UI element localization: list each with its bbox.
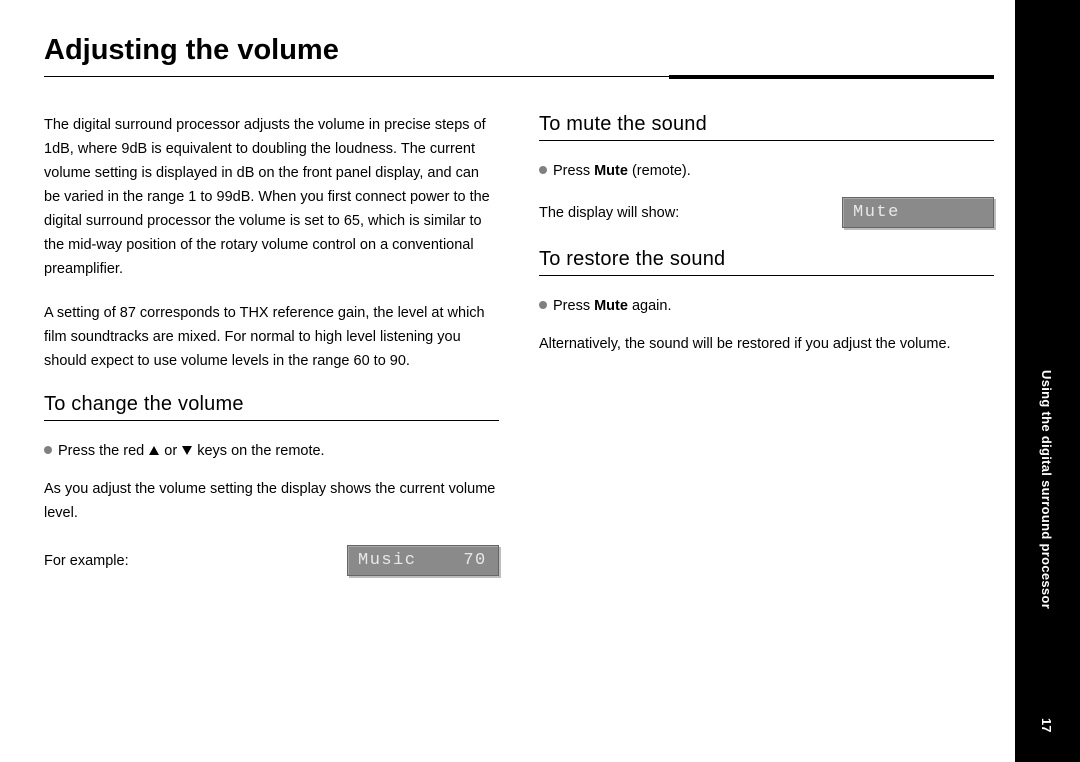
- bullet-icon: [44, 446, 52, 454]
- bullet-icon: [539, 166, 547, 174]
- intro-paragraph-2: A setting of 87 corresponds to THX refer…: [44, 301, 499, 373]
- lcd-text: Mute: [842, 197, 994, 228]
- manual-page: Using the digital surround processor 17 …: [0, 0, 1080, 762]
- example-label: For example:: [44, 553, 129, 569]
- content-area: Adjusting the volume The digital surroun…: [44, 34, 994, 596]
- bullet-text-mid: or: [160, 443, 181, 459]
- heading-rule: [44, 420, 499, 421]
- bullet-text-bold: Mute: [594, 163, 628, 179]
- title-rule: [44, 75, 994, 79]
- page-number: 17: [1039, 718, 1054, 732]
- bullet-text-prefix: Press: [553, 163, 594, 179]
- column-right: To mute the sound Press Mute (remote). T…: [539, 113, 994, 596]
- example-row: For example: Music 70: [44, 545, 499, 576]
- bullet-change-volume: Press the red or keys on the remote.: [44, 439, 499, 463]
- bullet-restore: Press Mute again.: [539, 294, 994, 318]
- display-row: The display will show: Mute: [539, 197, 994, 228]
- bullet-text-suffix: keys on the remote.: [193, 443, 324, 459]
- bullet-text-suffix: again.: [628, 298, 672, 314]
- bullet-text-suffix: (remote).: [628, 163, 691, 179]
- restore-paragraph: Alternatively, the sound will be restore…: [539, 332, 994, 356]
- heading-restore: To restore the sound: [539, 248, 994, 271]
- bullet-mute: Press Mute (remote).: [539, 159, 994, 183]
- bullet-text-prefix: Press the red: [58, 443, 148, 459]
- change-volume-paragraph: As you adjust the volume setting the dis…: [44, 477, 499, 525]
- lcd-text: Music 70: [347, 545, 499, 576]
- section-label: Using the digital surround processor: [1039, 370, 1054, 609]
- heading-change-volume: To change the volume: [44, 393, 499, 416]
- two-column-layout: The digital surround processor adjusts t…: [44, 113, 994, 596]
- lcd-display-mute: Mute: [842, 197, 994, 228]
- down-arrow-icon: [182, 446, 192, 455]
- display-label: The display will show:: [539, 205, 679, 221]
- bullet-text-bold: Mute: [594, 298, 628, 314]
- intro-paragraph-1: The digital surround processor adjusts t…: [44, 113, 499, 281]
- lcd-display-volume: Music 70: [347, 545, 499, 576]
- heading-mute: To mute the sound: [539, 113, 994, 136]
- column-left: The digital surround processor adjusts t…: [44, 113, 499, 596]
- heading-rule: [539, 275, 994, 276]
- page-title: Adjusting the volume: [44, 34, 994, 67]
- heading-rule: [539, 140, 994, 141]
- bullet-text-prefix: Press: [553, 298, 594, 314]
- up-arrow-icon: [149, 446, 159, 455]
- bullet-icon: [539, 301, 547, 309]
- sidebar: Using the digital surround processor 17: [1015, 0, 1080, 762]
